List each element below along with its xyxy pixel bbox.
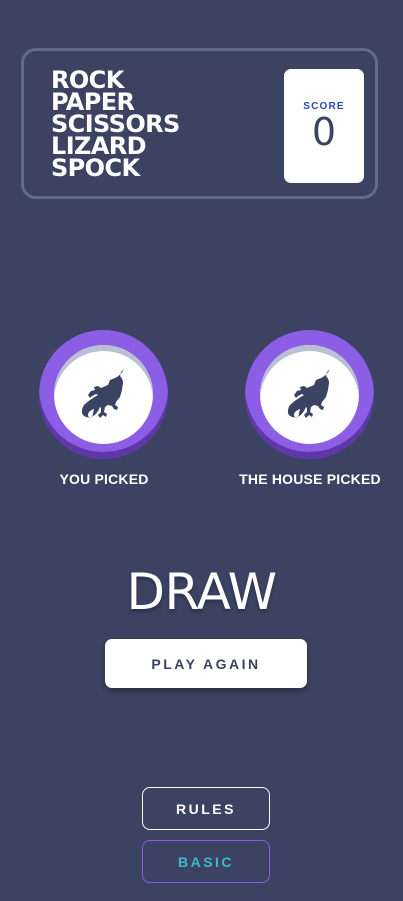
lizard-icon xyxy=(81,369,124,418)
score-box: SCORE 0 xyxy=(284,69,364,183)
player-lizard-chip xyxy=(39,330,168,459)
house-pick: THE HOUSE PICKED xyxy=(239,330,381,487)
player-pick: YOU PICKED xyxy=(39,330,169,487)
basic-mode-button[interactable]: BASIC xyxy=(142,840,270,883)
player-chip-face xyxy=(54,345,153,444)
house-picked-label: THE HOUSE PICKED xyxy=(239,471,381,487)
score-value: 0 xyxy=(311,110,337,154)
result-text: DRAW xyxy=(126,563,277,621)
house-chip-face xyxy=(260,345,359,444)
scoreboard-header: ROCK PAPER SCISSORS LIZARD SPOCK SCORE 0 xyxy=(21,48,378,199)
house-lizard-chip xyxy=(245,330,374,459)
you-picked-label: YOU PICKED xyxy=(59,471,149,487)
rules-button[interactable]: RULES xyxy=(142,787,270,830)
game-title: ROCK PAPER SCISSORS LIZARD SPOCK xyxy=(51,68,180,182)
title-line-spock: SPOCK xyxy=(51,154,140,182)
play-again-button[interactable]: PLAY AGAIN xyxy=(105,639,307,688)
lizard-icon xyxy=(287,369,330,418)
